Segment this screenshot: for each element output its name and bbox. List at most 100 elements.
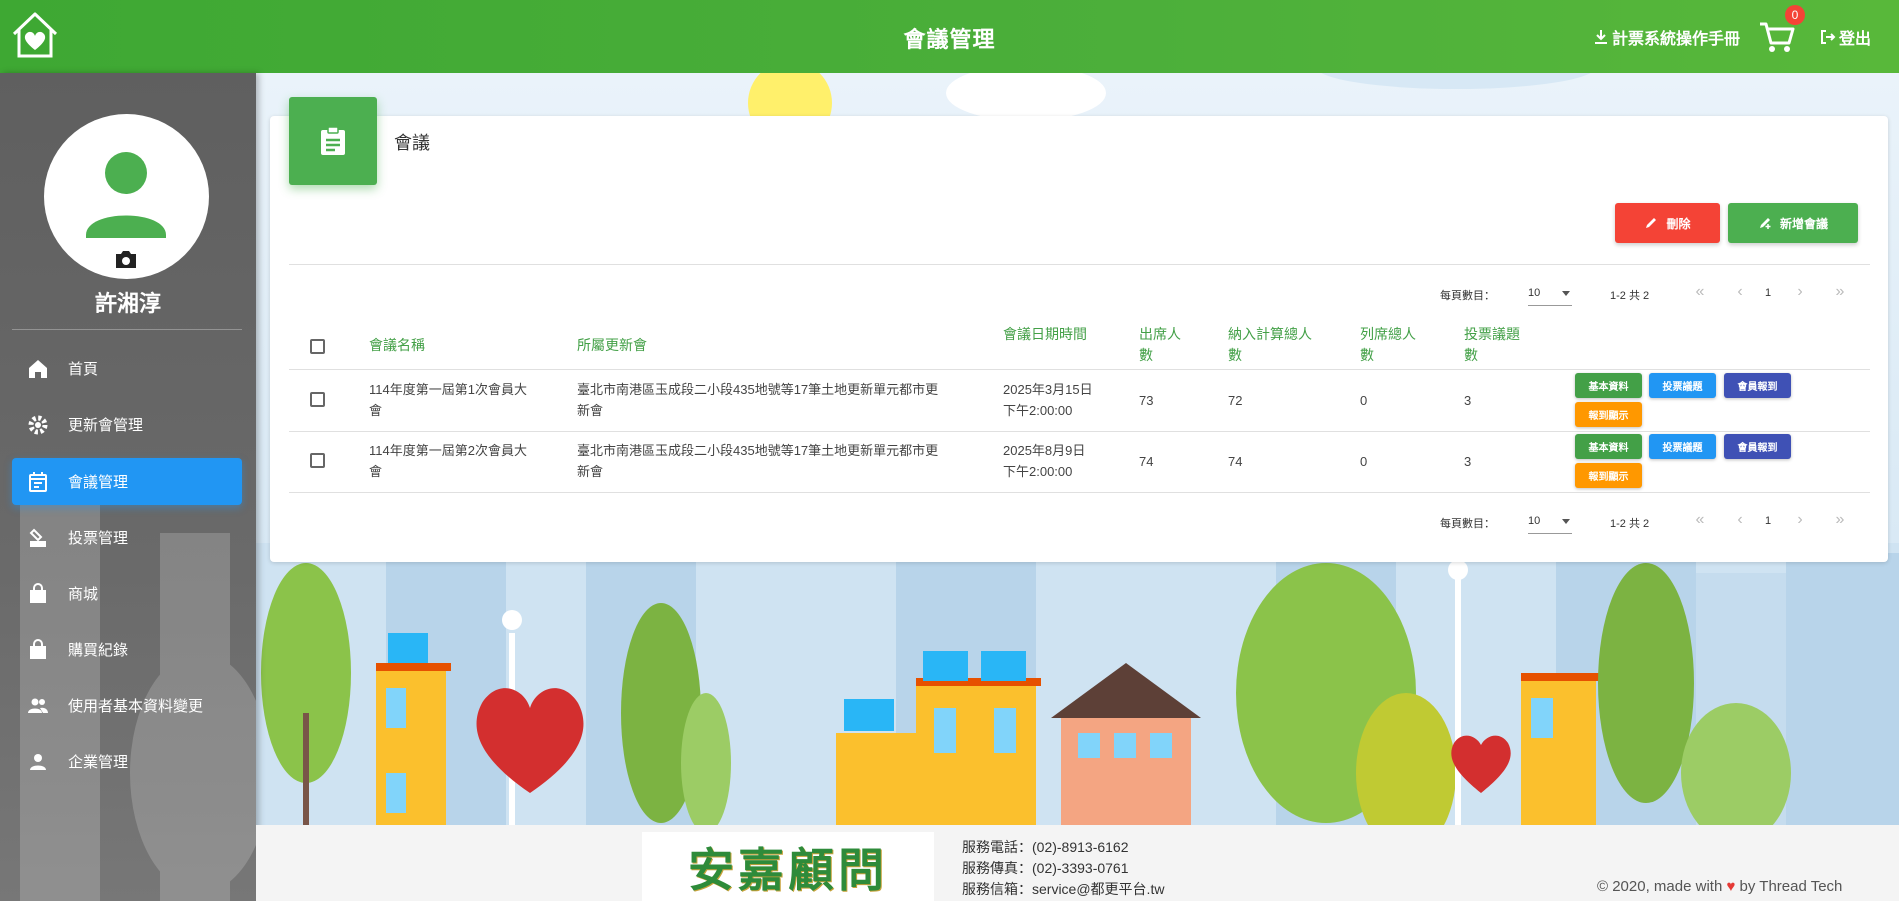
- association-cell: 臺北市南港區玉成段二小段435地號等17筆土地更新單元都市更 新會: [577, 440, 938, 482]
- per-page-value: 10: [1528, 515, 1541, 527]
- sidebar-item-label: 購買紀錄: [68, 642, 129, 659]
- manual-label: 計票系統操作手冊: [1612, 31, 1741, 48]
- last-page-icon[interactable]: »: [1830, 282, 1850, 304]
- people-icon: [28, 698, 48, 713]
- camera-icon[interactable]: [114, 248, 138, 270]
- sidebar-item-shop[interactable]: 商城: [12, 570, 242, 617]
- first-page-icon[interactable]: «: [1690, 282, 1710, 304]
- sidebar-divider: [12, 329, 242, 330]
- cell-line: 114年度第一屆第1次會員大: [369, 382, 527, 397]
- table-row-divider: [289, 492, 1870, 493]
- username: 許湘淳: [94, 291, 161, 316]
- cell-line: 114年度第一屆第2次會員大: [369, 443, 527, 458]
- attendance-cell: 73: [1139, 393, 1154, 408]
- cell-line: 新會: [577, 464, 604, 479]
- delete-button[interactable]: 刪除: [1615, 203, 1720, 243]
- first-page-icon[interactable]: «: [1690, 510, 1710, 532]
- datetime-cell: 2025年8月9日 下午2:00:00: [1003, 440, 1085, 482]
- current-page: 1: [1765, 287, 1772, 299]
- column-header-meeting-name[interactable]: 會議名稱: [369, 335, 425, 356]
- home-icon: [29, 359, 47, 378]
- time-line: 下午2:00:00: [1003, 464, 1073, 479]
- pagination-bottom: 每頁數目： 10 1-2 共 2 « ‹ 1 › »: [1440, 506, 1870, 536]
- column-header-datetime[interactable]: 會議日期時間: [1003, 324, 1087, 345]
- counted-total-cell: 74: [1228, 454, 1243, 469]
- card-divider: [289, 264, 1870, 265]
- sidebar-item-association-management[interactable]: 更新會管理: [12, 401, 242, 448]
- column-header-line: 納入計算總人: [1228, 326, 1312, 342]
- select-all-checkbox[interactable]: [310, 339, 325, 354]
- logout-icon: [1821, 30, 1836, 44]
- logout-label: 登出: [1839, 31, 1872, 48]
- logout-button[interactable]: 登出: [1820, 25, 1871, 49]
- table-divider: [289, 369, 1870, 370]
- meeting-name-cell: 114年度第一屆第1次會員大 會: [369, 379, 527, 421]
- pencil-icon: [1646, 218, 1657, 228]
- column-header-attendance[interactable]: 出席人 數: [1139, 324, 1181, 366]
- last-page-icon[interactable]: »: [1830, 510, 1850, 532]
- column-header-vote-topics[interactable]: 投票議題 數: [1464, 324, 1520, 366]
- previous-page-icon[interactable]: ‹: [1730, 282, 1750, 304]
- column-header-line: 出席人: [1139, 326, 1181, 342]
- observers-cell: 0: [1360, 454, 1368, 469]
- sidebar-item-vote-management[interactable]: 投票管理: [12, 514, 242, 561]
- cell-line: 新會: [577, 403, 604, 418]
- row-checkbox[interactable]: [310, 392, 325, 407]
- delete-label: 刪除: [1666, 216, 1691, 231]
- company-logo-text: 安嘉顧問: [688, 842, 888, 897]
- next-page-icon[interactable]: ›: [1790, 282, 1810, 304]
- gear-icon: [28, 415, 48, 434]
- person-icon: [30, 753, 46, 770]
- card-title: 會議: [394, 133, 430, 153]
- row-checkbox[interactable]: [310, 453, 325, 468]
- sidebar-item-user-profile[interactable]: 使用者基本資料變更: [12, 682, 242, 729]
- per-page-label: 每頁數目：: [1440, 518, 1495, 530]
- column-header-association[interactable]: 所屬更新會: [577, 335, 647, 356]
- basic-info-button[interactable]: 基本資料: [1575, 373, 1642, 398]
- checkin-display-button[interactable]: 報到顯示: [1575, 402, 1642, 427]
- top-bar: 會議管理 計票系統操作手冊 0 登出: [0, 0, 1899, 73]
- current-page: 1: [1765, 515, 1772, 527]
- sidebar-item-home[interactable]: 首頁: [12, 345, 242, 392]
- vote-topics-button[interactable]: 投票議題: [1649, 373, 1716, 398]
- cell-line: 會: [369, 464, 383, 479]
- per-page-select[interactable]: 10: [1528, 508, 1572, 534]
- per-page-value: 10: [1528, 287, 1541, 299]
- manual-download-link[interactable]: 計票系統操作手冊: [1594, 25, 1740, 49]
- add-meeting-label: 新增會議: [1779, 216, 1828, 231]
- sidebar-item-enterprise-management[interactable]: 企業管理: [12, 738, 242, 785]
- shopping-bag-icon: [30, 638, 46, 659]
- association-cell: 臺北市南港區玉成段二小段435地號等17筆土地更新單元都市更 新會: [577, 379, 938, 421]
- checkin-display-button[interactable]: 報到顯示: [1575, 463, 1642, 488]
- column-header-line: 數: [1464, 347, 1478, 363]
- sidebar-item-meeting-management[interactable]: 會議管理: [12, 458, 242, 505]
- meeting-name-cell: 114年度第一屆第2次會員大 會: [369, 440, 527, 482]
- member-checkin-button[interactable]: 會員報到: [1724, 373, 1791, 398]
- per-page-select[interactable]: 10: [1528, 280, 1572, 306]
- calendar-icon: [29, 471, 47, 492]
- next-page-icon[interactable]: ›: [1790, 510, 1810, 532]
- copyright-suffix: by Thread Tech: [1739, 878, 1843, 895]
- previous-page-icon[interactable]: ‹: [1730, 510, 1750, 532]
- download-icon: [1595, 30, 1607, 44]
- vote-topics-cell: 3: [1464, 454, 1472, 469]
- heart-icon: ♥: [1726, 878, 1736, 895]
- column-header-counted-total[interactable]: 納入計算總人 數: [1228, 324, 1312, 366]
- footer-phone: 服務電話：(02)-8913-6162: [962, 839, 1129, 855]
- page-range: 1-2 共 2: [1610, 518, 1650, 530]
- company-logo: 安嘉顧問: [642, 832, 934, 901]
- footer-email[interactable]: 服務信箱：service@都更平台.tw: [962, 879, 1164, 899]
- cell-line: 臺北市南港區玉成段二小段435地號等17筆土地更新單元都市更: [577, 382, 939, 397]
- vote-topics-button[interactable]: 投票議題: [1649, 434, 1716, 459]
- column-header-line: 數: [1360, 347, 1374, 363]
- column-header-line: 列席總人: [1360, 326, 1416, 342]
- sidebar-item-purchase-history[interactable]: 購買紀錄: [12, 626, 242, 673]
- column-header-observers[interactable]: 列席總人 數: [1360, 324, 1416, 366]
- add-meeting-button[interactable]: 新增會議: [1728, 203, 1858, 243]
- sidebar-item-label: 使用者基本資料變更: [68, 698, 204, 715]
- sidebar-item-label: 更新會管理: [68, 417, 144, 434]
- home-heart-logo-icon[interactable]: [8, 8, 62, 62]
- member-checkin-button[interactable]: 會員報到: [1724, 434, 1791, 459]
- column-header-line: 投票議題: [1464, 326, 1520, 342]
- basic-info-button[interactable]: 基本資料: [1575, 434, 1642, 459]
